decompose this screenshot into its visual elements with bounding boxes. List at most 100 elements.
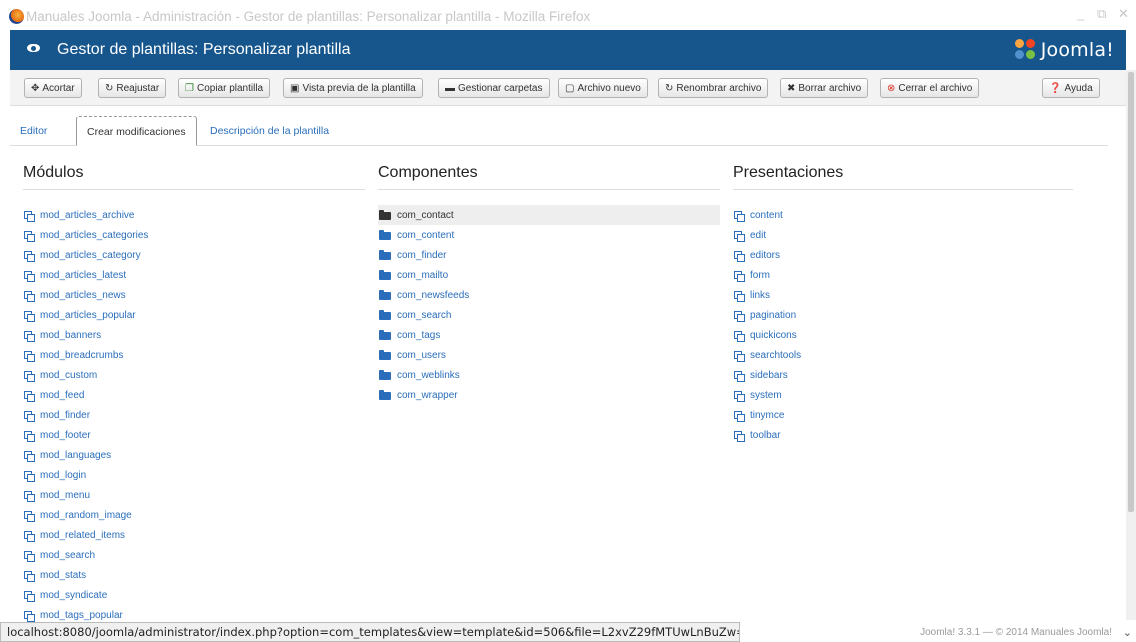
- layout-item[interactable]: searchtools: [733, 345, 1073, 365]
- layout-item[interactable]: sidebars: [733, 365, 1073, 385]
- copy-icon: [734, 330, 745, 342]
- delete-file-button[interactable]: ✖ Borrar archivo: [780, 78, 869, 98]
- rename-file-button[interactable]: ↻ Renombrar archivo: [658, 78, 769, 98]
- copy-icon: [734, 370, 745, 382]
- layout-item[interactable]: editors: [733, 245, 1073, 265]
- component-item-label: com_newsfeeds: [397, 289, 470, 301]
- minimize-button[interactable]: _: [1077, 6, 1084, 21]
- module-item[interactable]: mod_banners: [23, 325, 365, 345]
- copy-icon: [24, 250, 35, 262]
- toolbar: ✥ Acortar ↻ Reajustar ❐ Copiar plantilla…: [10, 70, 1126, 106]
- layout-item[interactable]: quickicons: [733, 325, 1073, 345]
- module-item-label: mod_syndicate: [40, 589, 108, 601]
- module-item[interactable]: mod_articles_popular: [23, 305, 365, 325]
- module-item[interactable]: mod_syndicate: [23, 585, 365, 605]
- component-item[interactable]: com_finder: [378, 245, 720, 265]
- component-item[interactable]: com_wrapper: [378, 385, 720, 405]
- layout-item[interactable]: form: [733, 265, 1073, 285]
- folder-icon: [379, 309, 391, 320]
- copy-icon: [24, 410, 35, 422]
- layout-item[interactable]: links: [733, 285, 1073, 305]
- cancel-icon: ⊗: [887, 82, 896, 94]
- layouts-column: Presentaciones content edit editors form lin…: [733, 146, 1073, 445]
- module-item[interactable]: mod_menu: [23, 485, 365, 505]
- window-title: Manuales Joomla - Administración - Gesto…: [26, 9, 591, 24]
- new-file-button[interactable]: ▢ Archivo nuevo: [558, 78, 648, 98]
- readjust-button[interactable]: ↻ Reajustar: [98, 78, 167, 98]
- manage-folders-button[interactable]: ▬ Gestionar carpetas: [438, 78, 550, 98]
- module-item[interactable]: mod_footer: [23, 425, 365, 445]
- copy-icon: [24, 430, 35, 442]
- module-item-label: mod_search: [40, 549, 96, 561]
- tab-editor[interactable]: Editor: [10, 116, 57, 146]
- module-item[interactable]: mod_finder: [23, 405, 365, 425]
- layout-item[interactable]: tinymce: [733, 405, 1073, 425]
- tab-template-description[interactable]: Descripción de la plantilla: [200, 116, 339, 146]
- module-item[interactable]: mod_random_image: [23, 505, 365, 525]
- copy-template-button[interactable]: ❐ Copiar plantilla: [178, 78, 271, 98]
- chevron-down-icon[interactable]: ⌄: [1123, 626, 1132, 639]
- joomla-logo[interactable]: Joomla!: [1014, 35, 1114, 65]
- help-button[interactable]: ❓ Ayuda: [1042, 78, 1100, 98]
- module-item[interactable]: mod_articles_news: [23, 285, 365, 305]
- module-item[interactable]: mod_related_items: [23, 525, 365, 545]
- module-item[interactable]: mod_articles_categories: [23, 225, 365, 245]
- component-item[interactable]: com_newsfeeds: [378, 285, 720, 305]
- folder-icon: [379, 369, 391, 380]
- layout-item[interactable]: toolbar: [733, 425, 1073, 445]
- module-item[interactable]: mod_feed: [23, 385, 365, 405]
- module-item[interactable]: mod_breadcrumbs: [23, 345, 365, 365]
- move-icon: ✥: [31, 82, 40, 94]
- copy-icon: [24, 610, 35, 622]
- template-preview-button[interactable]: ▣ Vista previa de la plantilla: [283, 78, 423, 98]
- restore-button[interactable]: ⧉: [1097, 6, 1106, 22]
- module-item[interactable]: mod_articles_archive: [23, 205, 365, 225]
- copy-icon: [734, 210, 745, 222]
- component-item[interactable]: com_search: [378, 305, 720, 325]
- component-item[interactable]: com_weblinks: [378, 365, 720, 385]
- layout-item[interactable]: content: [733, 205, 1073, 225]
- component-item[interactable]: com_content: [378, 225, 720, 245]
- component-item-label: com_search: [397, 309, 452, 321]
- close-file-button[interactable]: ⊗ Cerrar el archivo: [880, 78, 980, 98]
- copy-icon: [24, 490, 35, 502]
- module-item[interactable]: mod_articles_latest: [23, 265, 365, 285]
- copy-icon: [24, 330, 35, 342]
- copy-icon: [24, 390, 35, 402]
- copy-icon: [734, 310, 745, 322]
- layout-item-label: toolbar: [750, 429, 781, 441]
- copy-icon: [24, 270, 35, 282]
- shorten-button[interactable]: ✥ Acortar: [24, 78, 82, 98]
- folder-icon: [379, 349, 391, 360]
- module-item[interactable]: mod_login: [23, 465, 365, 485]
- copy-icon: [24, 230, 35, 242]
- layout-item-label: editors: [750, 249, 781, 261]
- component-item[interactable]: com_tags: [378, 325, 720, 345]
- tab-create-overrides[interactable]: Crear modificaciones: [76, 116, 197, 146]
- copy-icon: [24, 530, 35, 542]
- module-item[interactable]: mod_languages: [23, 445, 365, 465]
- component-item[interactable]: com_mailto: [378, 265, 720, 285]
- layout-item[interactable]: pagination: [733, 305, 1073, 325]
- joomla-logo-mark: [1014, 39, 1037, 61]
- layout-item-label: form: [750, 269, 770, 281]
- layout-item[interactable]: system: [733, 385, 1073, 405]
- layout-item-label: content: [750, 209, 783, 221]
- eye-icon: [27, 44, 40, 52]
- refresh-icon: ↻: [105, 82, 114, 94]
- layout-item[interactable]: edit: [733, 225, 1073, 245]
- module-item[interactable]: mod_articles_category: [23, 245, 365, 265]
- module-item[interactable]: mod_stats: [23, 565, 365, 585]
- component-item[interactable]: com_users: [378, 345, 720, 365]
- close-button[interactable]: ✕: [1118, 6, 1129, 22]
- module-item[interactable]: mod_custom: [23, 365, 365, 385]
- module-item-label: mod_banners: [40, 329, 102, 341]
- component-item[interactable]: com_contact: [378, 205, 720, 225]
- scrollbar-thumb[interactable]: [1128, 72, 1134, 512]
- page-scrollbar[interactable]: [1126, 70, 1136, 620]
- module-item-label: mod_articles_popular: [40, 309, 136, 321]
- module-item-label: mod_articles_news: [40, 289, 126, 301]
- refresh-icon: ↻: [665, 82, 674, 94]
- module-item[interactable]: mod_search: [23, 545, 365, 565]
- component-item-label: com_mailto: [397, 269, 449, 281]
